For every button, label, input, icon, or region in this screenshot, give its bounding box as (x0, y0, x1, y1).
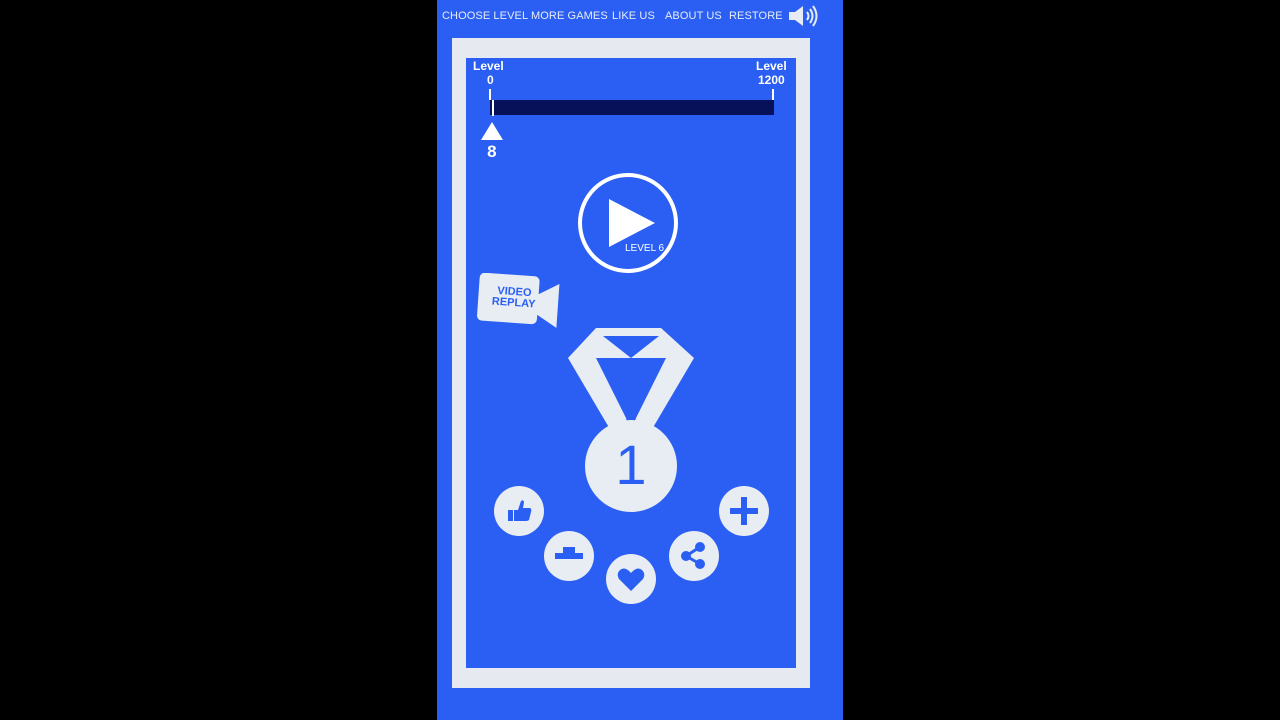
share-button[interactable] (669, 531, 719, 581)
like-us-link[interactable]: LIKE US (612, 10, 655, 22)
heart-icon (617, 568, 645, 591)
medal-rank: 1 (615, 433, 647, 496)
video-replay-button[interactable]: VIDEO REPLAY (476, 273, 566, 333)
plus-icon (730, 497, 758, 525)
share-icon (681, 542, 705, 569)
level-progress-bar (490, 100, 774, 115)
current-level-value: 8 (487, 142, 497, 161)
play-level-label: LEVEL 6 (625, 243, 665, 254)
progress-end-label: Level (756, 59, 787, 73)
restore-link[interactable]: RESTORE (729, 10, 783, 22)
game-panel: Level 0 Level 1200 8 LEVEL 6 VIDEO REPLA… (466, 58, 796, 668)
about-us-link[interactable]: ABOUT US (665, 10, 722, 22)
progress-marker-line (491, 100, 494, 116)
progress-marker-arrow-icon (480, 122, 503, 140)
progress-end-tick (772, 89, 774, 100)
progress-start-label: Level (473, 59, 504, 73)
favorite-button[interactable] (606, 554, 656, 604)
like-button[interactable] (494, 486, 544, 536)
progress-start-tick (489, 89, 491, 100)
progress-end-value: 1200 (758, 73, 785, 87)
game-screen: CHOOSE LEVEL MORE GAMES LIKE US ABOUT US… (437, 0, 843, 720)
medal: 1 (566, 328, 696, 518)
choose-level-link[interactable]: CHOOSE LEVEL (442, 10, 528, 22)
podium-icon (555, 547, 583, 559)
progress-start-value: 0 (487, 73, 494, 87)
play-button[interactable]: LEVEL 6 (578, 173, 678, 273)
thumbs-up-icon (508, 500, 532, 521)
top-nav: CHOOSE LEVEL MORE GAMES LIKE US ABOUT US… (437, 0, 843, 32)
panel-frame: Level 0 Level 1200 8 LEVEL 6 VIDEO REPLA… (452, 38, 810, 688)
leaderboard-button[interactable] (544, 531, 594, 581)
play-icon (609, 199, 655, 247)
speaker-icon[interactable] (787, 3, 821, 29)
more-button[interactable] (719, 486, 769, 536)
more-games-link[interactable]: MORE GAMES (531, 10, 608, 22)
